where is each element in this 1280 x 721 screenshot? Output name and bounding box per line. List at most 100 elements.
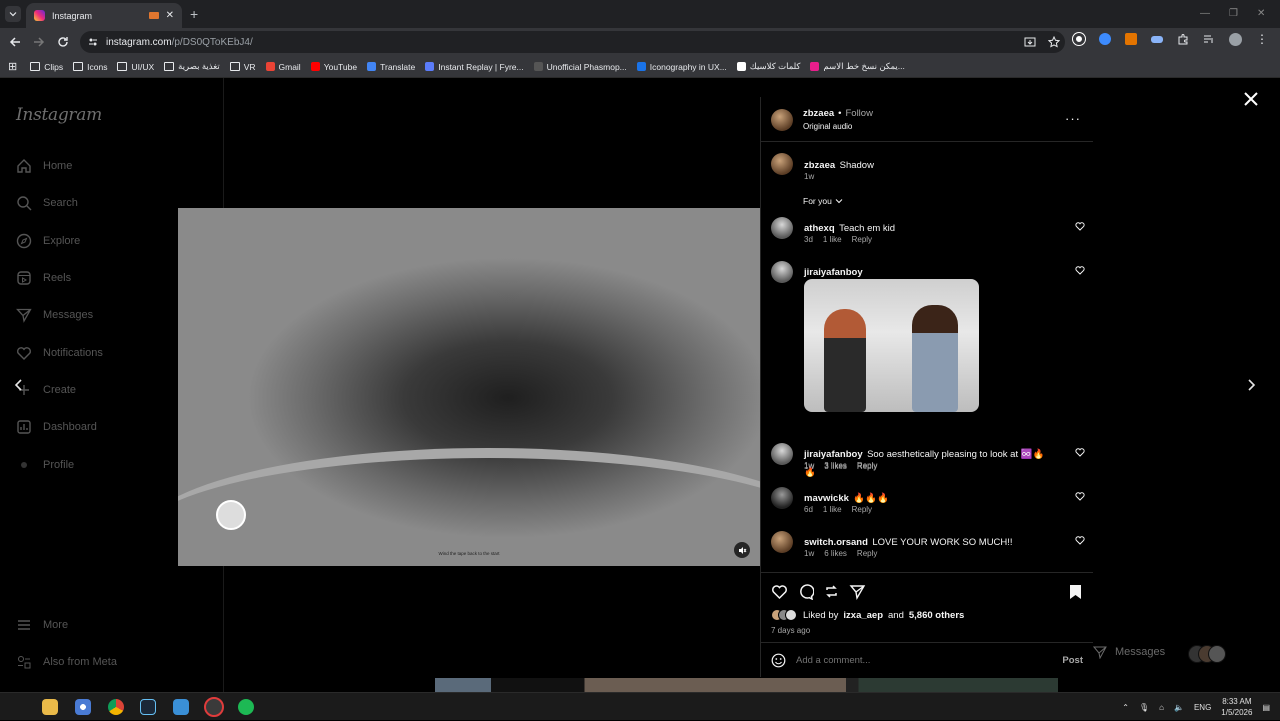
sidebar-item-search[interactable]: Search: [16, 195, 78, 211]
sidebar-item-reels[interactable]: Reels: [16, 270, 71, 286]
liked-others[interactable]: 5,860 others: [909, 610, 964, 621]
sidebar-item-explore[interactable]: Explore: [16, 233, 80, 249]
file-explorer-icon[interactable]: [42, 699, 58, 715]
comment-username[interactable]: jiraiyafanboy: [804, 449, 863, 460]
comment-avatar[interactable]: [771, 261, 793, 283]
post-comment-button[interactable]: Post: [1062, 655, 1083, 666]
comment-like-icon[interactable]: [1075, 265, 1085, 275]
sort-dropdown[interactable]: For you: [803, 196, 843, 206]
extension-blue-icon[interactable]: [1099, 33, 1111, 45]
previous-post-icon[interactable]: [12, 378, 26, 392]
back-icon[interactable]: [8, 35, 22, 49]
comment-like-icon[interactable]: [1075, 491, 1085, 501]
repost-icon[interactable]: [823, 583, 840, 600]
collab-avatar[interactable]: [216, 500, 246, 530]
tab-search-button[interactable]: [5, 6, 21, 22]
taskbar-app-5-icon[interactable]: [173, 699, 189, 715]
extension-orange-icon[interactable]: [1125, 33, 1137, 45]
floating-messages-button[interactable]: Messages: [1093, 645, 1165, 659]
tray-chevron-up-icon[interactable]: ⌃: [1122, 703, 1129, 712]
comment-username[interactable]: jiraiyafanboy: [804, 267, 863, 278]
comment-likes[interactable]: 6 likes: [824, 549, 847, 558]
comment-reply[interactable]: Reply: [852, 235, 872, 244]
comment-username[interactable]: athexq: [804, 223, 835, 234]
language-indicator[interactable]: ENG: [1194, 703, 1211, 712]
bookmark-item[interactable]: Clips: [25, 61, 68, 72]
steam-icon[interactable]: [140, 699, 156, 715]
sidebar-item-dashboard[interactable]: Dashboard: [16, 419, 97, 435]
site-info-icon[interactable]: [88, 37, 98, 47]
bookmark-item[interactable]: UI/UX: [112, 61, 159, 72]
comment-input[interactable]: Add a comment...: [796, 655, 1052, 666]
instagram-logo[interactable]: Instagram: [16, 105, 102, 125]
close-modal-icon[interactable]: [1242, 90, 1260, 108]
media-control-icon[interactable]: [1203, 33, 1215, 45]
forward-icon[interactable]: [32, 35, 46, 49]
menu-dots-icon[interactable]: ⋮: [1256, 32, 1268, 46]
bookmark-item[interactable]: Unofficial Phasmop...: [529, 61, 632, 72]
notifications-icon[interactable]: ▤: [1262, 703, 1270, 712]
comment-reply[interactable]: Reply: [857, 549, 877, 558]
like-heart-icon[interactable]: [771, 583, 788, 600]
sidebar-item-profile[interactable]: Profile: [16, 457, 74, 473]
comment-image[interactable]: [804, 279, 979, 412]
comment-likes[interactable]: 3 likes: [824, 461, 847, 470]
recording-app-icon[interactable]: [204, 697, 224, 717]
url-input[interactable]: instagram.com/p/DS0QToKEbJ4/: [80, 31, 1065, 53]
taskbar-app-1-icon[interactable]: [75, 699, 91, 715]
sidebar-item-messages[interactable]: Messages: [16, 307, 93, 323]
comment-like-icon[interactable]: [1075, 447, 1085, 457]
profile-avatar-icon[interactable]: [1229, 32, 1242, 46]
sidebar-item-notifications[interactable]: Notifications: [16, 345, 103, 361]
comment-username[interactable]: switch.orsand: [804, 537, 868, 548]
clock[interactable]: 8:33 AM 1/5/2026: [1221, 696, 1252, 718]
bookmark-item[interactable]: Translate: [362, 61, 420, 72]
liked-user[interactable]: izxa_aep: [843, 610, 883, 621]
tab-close-icon[interactable]: ✕: [166, 10, 174, 21]
post-video[interactable]: Wind the tape back to the start: [178, 208, 760, 566]
also-from-meta-button[interactable]: Also from Meta: [16, 654, 117, 670]
new-tab-button[interactable]: +: [190, 6, 198, 22]
caption-avatar[interactable]: [771, 153, 793, 175]
saved-bookmark-icon[interactable]: [1067, 583, 1084, 600]
extension-record-icon[interactable]: [1073, 33, 1085, 45]
comment-likes[interactable]: 1 like: [823, 505, 842, 514]
apps-grid-icon[interactable]: ⊞: [8, 60, 17, 73]
share-icon[interactable]: [849, 583, 866, 600]
comment-avatar[interactable]: [771, 443, 793, 465]
follow-button[interactable]: Follow: [845, 108, 872, 119]
bookmark-item[interactable]: تغذية بصرية: [159, 61, 225, 72]
mute-button[interactable]: [734, 542, 750, 558]
close-window-icon[interactable]: ✕: [1257, 8, 1265, 19]
caption-username[interactable]: zbzaea: [804, 160, 835, 171]
bookmark-item[interactable]: يمكن نسخ خط الاسم...: [805, 61, 909, 72]
comment-avatar[interactable]: [771, 531, 793, 553]
bookmark-item[interactable]: Instant Replay | Fyre...: [420, 61, 528, 72]
bookmark-item[interactable]: Iconography in UX...: [632, 61, 732, 72]
comment-username[interactable]: mavwickk: [804, 493, 849, 504]
chrome-icon[interactable]: [108, 699, 124, 715]
comment-like-icon[interactable]: [1075, 535, 1085, 545]
comment-like-icon[interactable]: [1075, 221, 1085, 231]
install-app-icon[interactable]: [1024, 36, 1036, 48]
bookmark-star-icon[interactable]: [1048, 36, 1060, 48]
reload-icon[interactable]: [56, 35, 70, 49]
comment-avatar[interactable]: [771, 217, 793, 239]
original-audio-link[interactable]: Original audio: [803, 122, 852, 131]
spotify-icon[interactable]: [238, 699, 254, 715]
sidebar-item-home[interactable]: Home: [16, 158, 72, 174]
comment-avatar[interactable]: [771, 487, 793, 509]
more-options-icon[interactable]: ···: [1065, 111, 1081, 126]
floating-message-avatars[interactable]: [1188, 645, 1226, 663]
minimize-icon[interactable]: —: [1200, 8, 1210, 19]
bookmark-item[interactable]: Gmail: [261, 61, 306, 72]
more-button[interactable]: More: [16, 617, 68, 633]
bookmark-item[interactable]: YouTube: [306, 61, 362, 72]
bookmark-item[interactable]: كلمات كلاسيك: [732, 61, 806, 72]
extension-glasses-icon[interactable]: [1151, 35, 1163, 43]
author-avatar[interactable]: [771, 109, 793, 131]
microphone-icon[interactable]: 🎙: [1139, 703, 1149, 712]
bookmark-item[interactable]: VR: [225, 61, 261, 72]
comment-reply[interactable]: Reply: [852, 505, 872, 514]
restore-icon[interactable]: ❐: [1229, 8, 1238, 19]
